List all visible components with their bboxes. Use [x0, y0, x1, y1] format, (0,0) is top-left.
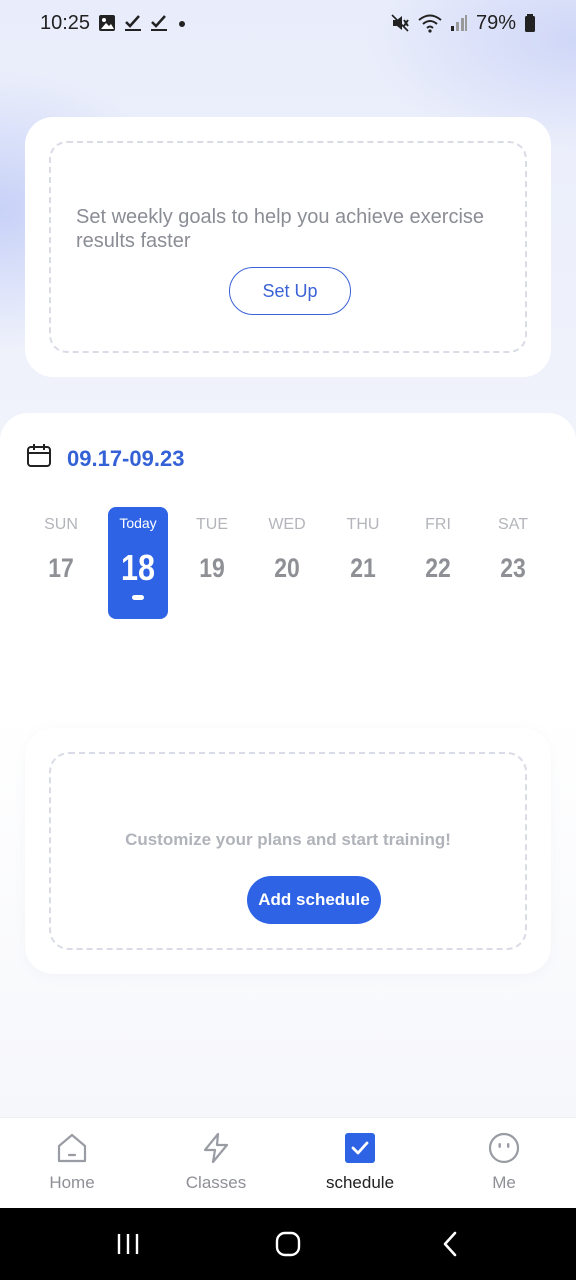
- day-name: Today: [119, 515, 157, 531]
- home-icon: [56, 1132, 88, 1164]
- check-icon: [150, 14, 168, 32]
- date-range-label: 09.17-09.23: [67, 445, 185, 471]
- day-number: 23: [500, 553, 526, 583]
- day-today[interactable]: Today 18: [108, 507, 168, 619]
- checkbox-icon: [344, 1132, 376, 1164]
- day-name: SAT: [498, 516, 528, 533]
- image-icon: [98, 14, 116, 32]
- mute-icon: [390, 13, 410, 33]
- check-icon: [124, 14, 142, 32]
- day-number: 21: [350, 553, 376, 583]
- day-name: THU: [346, 516, 380, 533]
- weekly-goal-card: Set weekly goals to help you achieve exe…: [25, 117, 551, 377]
- day-number: 17: [48, 553, 74, 583]
- day-number: 20: [274, 553, 300, 583]
- home-circle-icon: [275, 1231, 301, 1257]
- battery-percent: 79%: [475, 11, 516, 34]
- day-number: 18: [120, 547, 156, 588]
- schedule-dashed-frame: Customize your plans and start training!…: [49, 752, 527, 950]
- add-schedule-button[interactable]: Add schedule: [247, 876, 381, 924]
- status-time: 10:25: [40, 11, 91, 34]
- day-fri[interactable]: FRI 22: [408, 507, 468, 619]
- status-right: 79%: [390, 12, 536, 35]
- calendar-icon: [26, 443, 52, 474]
- day-name: TUE: [196, 516, 228, 533]
- system-navigation-bar: [0, 1208, 576, 1280]
- lightning-icon: [200, 1132, 232, 1164]
- recent-apps-button[interactable]: [108, 1230, 148, 1258]
- home-button[interactable]: [268, 1230, 308, 1258]
- goal-description: Set weekly goals to help you achieve exe…: [76, 206, 485, 252]
- nav-label: schedule: [325, 1173, 395, 1192]
- back-button[interactable]: [430, 1230, 470, 1258]
- day-name: FRI: [425, 516, 451, 533]
- day-name: WED: [268, 516, 306, 533]
- bottom-navigation: Home Classes schedule Me: [0, 1117, 576, 1208]
- smiley-icon: [488, 1132, 520, 1164]
- nav-schedule[interactable]: schedule: [288, 1118, 432, 1209]
- day-thu[interactable]: THU 21: [333, 507, 393, 619]
- day-sun[interactable]: SUN 17: [31, 507, 91, 619]
- nav-label: Classes: [185, 1173, 247, 1192]
- recent-apps-icon: [117, 1234, 139, 1254]
- nav-label: Me: [492, 1173, 516, 1192]
- nav-home[interactable]: Home: [0, 1118, 144, 1209]
- week-day-selector: SUN 17 Today 18 TUE 19 WED 20 THU 21 FRI…: [24, 507, 552, 619]
- signal-icon: [450, 14, 468, 32]
- back-icon: [443, 1231, 457, 1257]
- empty-schedule-card: Customize your plans and start training!…: [25, 728, 551, 974]
- day-number: 22: [425, 553, 451, 583]
- dot-icon: [176, 14, 188, 32]
- day-wed[interactable]: WED 20: [257, 507, 317, 619]
- date-range-header[interactable]: 09.17-09.23: [26, 443, 184, 474]
- wifi-icon: [418, 13, 442, 33]
- nav-classes[interactable]: Classes: [144, 1118, 288, 1209]
- status-left: 10:25: [40, 12, 188, 35]
- goal-dashed-frame: Set weekly goals to help you achieve exe…: [49, 141, 527, 353]
- status-bar: 10:25 79%: [0, 0, 576, 46]
- battery-icon: [524, 14, 536, 32]
- empty-schedule-message: Customize your plans and start training!: [125, 830, 451, 849]
- day-sat[interactable]: SAT 23: [483, 507, 543, 619]
- nav-label: Home: [49, 1173, 95, 1192]
- set-up-button[interactable]: Set Up: [229, 267, 351, 315]
- nav-me[interactable]: Me: [432, 1118, 576, 1209]
- day-tue[interactable]: TUE 19: [182, 507, 242, 619]
- today-indicator: [132, 595, 144, 600]
- day-number: 19: [199, 553, 225, 583]
- day-name: SUN: [44, 516, 78, 533]
